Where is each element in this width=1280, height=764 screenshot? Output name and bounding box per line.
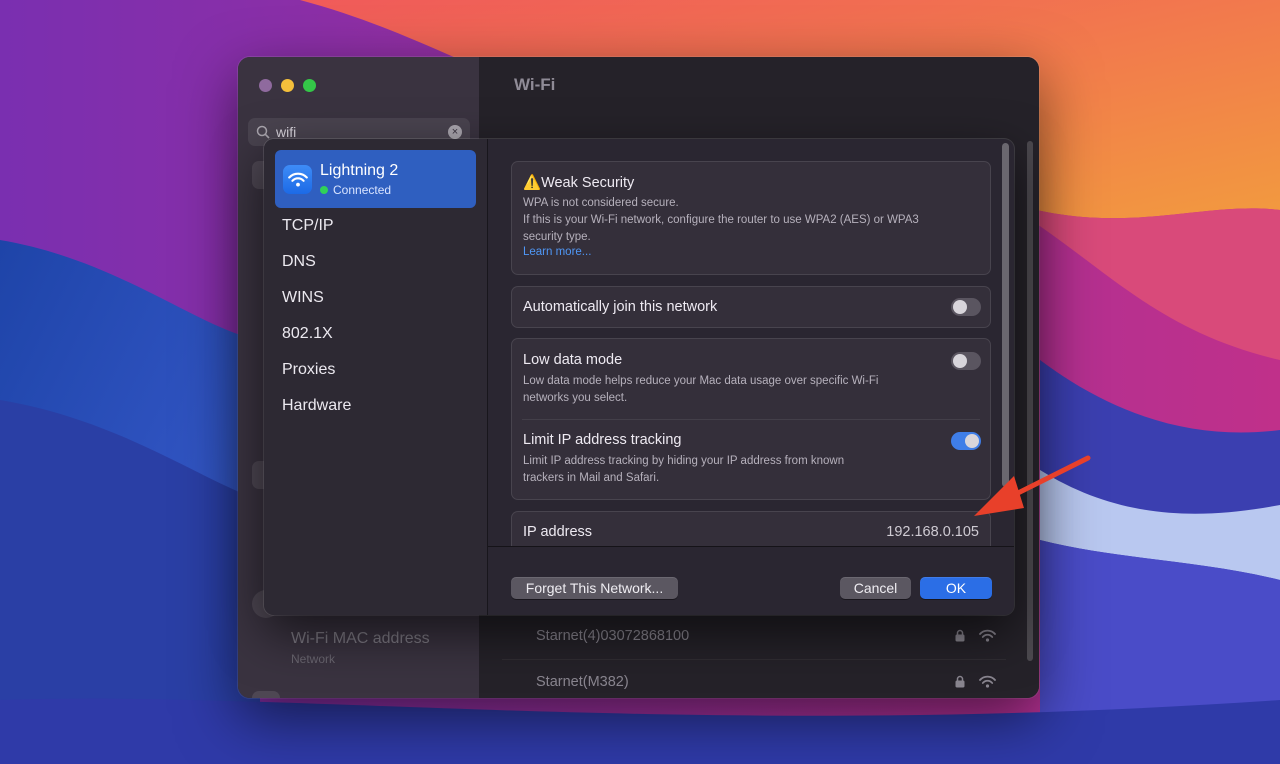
limit-ip-tracking-desc2: trackers in Mail and Safari. [523,472,660,484]
limit-ip-tracking-toggle[interactable] [951,432,981,450]
sidebar-item-hardware[interactable]: Hardware [282,397,351,415]
main-scrollbar[interactable] [1027,141,1033,661]
sidebar-item-subtitle: Network [291,652,336,666]
wifi-signal-icon [979,675,996,688]
ip-address-row: IP address 192.168.0.105 [511,511,991,546]
network-name: Starnet(4)03072868100 [536,627,690,644]
lock-icon [955,675,965,688]
ok-button[interactable]: OK [920,577,992,599]
weak-security-card: ⚠️Weak Security WPA is not considered se… [511,161,991,275]
connected-status-dot-icon [320,185,328,194]
low-data-mode-toggle[interactable] [951,352,981,370]
security-warning-title: ⚠️Weak Security [523,175,635,191]
settings-item-icon[interactable] [252,691,280,698]
clear-search-icon[interactable]: × [448,125,462,139]
wifi-icon [283,164,312,194]
sheet-sidebar: Lightning 2 Connected TCP/IP DNS WINS 80… [264,139,488,615]
security-warning-line1: WPA is not considered secure. [523,197,679,209]
sidebar-item-wins[interactable]: WINS [282,289,324,307]
limit-ip-tracking-label: Limit IP address tracking [523,432,682,448]
lock-icon [955,629,965,642]
search-input[interactable]: wifi [276,124,442,140]
network-settings-content: ⚠️Weak Security WPA is not considered se… [488,139,1014,546]
auto-join-toggle[interactable] [951,298,981,316]
divider [522,419,980,420]
low-data-mode-label: Low data mode [523,352,623,368]
network-name: Lightning 2 [320,161,399,179]
sidebar-item-proxies[interactable]: Proxies [282,361,335,379]
window-controls [259,79,316,92]
page-title: Wi-Fi [514,75,556,94]
auto-join-label: Automatically join this network [523,299,718,315]
low-data-mode-desc1: Low data mode helps reduce your Mac data… [523,375,879,387]
connection-status: Connected [320,183,398,197]
sidebar-item-8021x[interactable]: 802.1X [282,325,333,343]
sidebar-item-network[interactable]: Lightning 2 Connected [275,150,476,208]
low-data-mode-desc2: networks you select. [523,392,628,404]
annotation-arrow-icon [974,455,1091,516]
limit-ip-tracking-desc1: Limit IP address tracking by hiding your… [523,455,845,467]
privacy-options-card: Low data mode Low data mode helps reduce… [511,338,991,500]
sheet-footer: Forget This Network... Cancel OK [488,546,1014,615]
auto-join-row: Automatically join this network [511,286,991,328]
security-warning-line3: security type. [523,231,591,243]
close-window-button[interactable] [259,79,272,92]
content-scrollbar[interactable] [1002,143,1009,487]
network-details-sheet: Lightning 2 Connected TCP/IP DNS WINS 80… [264,139,1014,615]
zoom-window-button[interactable] [303,79,316,92]
network-list-item[interactable]: Starnet(M382) [502,659,1006,698]
sidebar-item-title: Wi-Fi MAC address [291,630,430,647]
warning-icon: ⚠️ [523,175,542,191]
forget-network-button[interactable]: Forget This Network... [511,577,678,599]
sidebar-item-dns[interactable]: DNS [282,253,316,271]
minimize-window-button[interactable] [281,79,294,92]
network-name: Starnet(M382) [536,673,629,690]
search-icon [256,125,270,139]
security-warning-line2: If this is your Wi-Fi network, configure… [523,214,919,226]
ip-address-label: IP address [523,524,593,540]
connection-status-text: Connected [333,182,392,197]
sidebar-item-tcpip[interactable]: TCP/IP [282,217,334,235]
wifi-signal-icon [979,629,996,642]
sidebar-item-wifi-mac-address[interactable]: Wi-Fi MAC address Network [291,630,430,666]
cancel-button[interactable]: Cancel [840,577,911,599]
learn-more-link[interactable]: Learn more... [523,246,979,258]
network-list-item[interactable]: Starnet(4)03072868100 [502,613,1006,657]
